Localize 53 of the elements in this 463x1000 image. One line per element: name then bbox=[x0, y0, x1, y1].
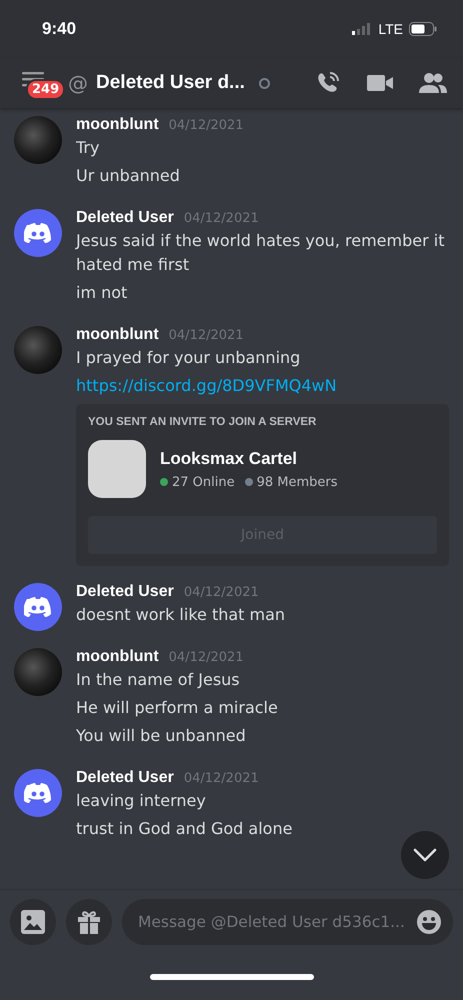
members-icon[interactable] bbox=[419, 72, 447, 94]
author-name[interactable]: Deleted User bbox=[76, 209, 174, 227]
video-camera-icon[interactable] bbox=[367, 73, 393, 93]
avatar[interactable] bbox=[14, 583, 62, 631]
member-count: 98 Members bbox=[256, 474, 338, 490]
message-text: You will be unbanned bbox=[76, 725, 247, 747]
author-name[interactable]: Deleted User bbox=[76, 769, 174, 787]
message-date: 04/12/2021 bbox=[168, 118, 244, 133]
message-text: leaving interney bbox=[76, 790, 207, 812]
image-button[interactable] bbox=[10, 899, 56, 945]
message-date: 04/12/2021 bbox=[168, 328, 244, 343]
message-date: 04/12/2021 bbox=[184, 211, 259, 226]
message-text: Ur unbanned bbox=[76, 165, 181, 187]
notification-badge: 249 bbox=[26, 79, 66, 100]
avatar[interactable] bbox=[14, 209, 62, 257]
author-name[interactable]: Deleted User bbox=[76, 583, 174, 601]
status-time: 9:40 bbox=[42, 19, 76, 39]
author-name[interactable]: moonblunt bbox=[76, 648, 159, 666]
game-controller-icon bbox=[24, 782, 52, 804]
online-count: 27 Online bbox=[172, 474, 235, 490]
members-dot bbox=[244, 478, 253, 486]
message-date: 04/12/2021 bbox=[184, 585, 259, 600]
invite-link[interactable]: https://discord.gg/8D9VFMQ4wN bbox=[76, 374, 449, 398]
invite-heading: YOU SENT AN INVITE TO JOIN A SERVER bbox=[88, 416, 318, 428]
author-name[interactable]: moonblunt bbox=[76, 326, 159, 344]
gift-button[interactable] bbox=[66, 899, 112, 945]
server-photo-placeholder bbox=[88, 440, 146, 498]
battery-icon bbox=[409, 22, 437, 36]
message-text: In the name of Jesus bbox=[76, 669, 241, 691]
message-text: I prayed for your unbanning bbox=[76, 347, 302, 369]
game-controller-icon bbox=[24, 596, 52, 618]
message-date: 04/12/2021 bbox=[184, 771, 259, 786]
signal-icon bbox=[352, 23, 372, 35]
message-date: 04/12/2021 bbox=[168, 650, 244, 665]
message-text: im not bbox=[76, 282, 128, 304]
emoji-face-icon[interactable] bbox=[417, 910, 441, 934]
at-sign-icon: @ bbox=[68, 71, 88, 95]
chevron-down-icon bbox=[413, 848, 437, 862]
channel-title[interactable]: Deleted User d... bbox=[96, 72, 245, 94]
message-text: trust in God and God alone bbox=[76, 818, 294, 840]
image-icon bbox=[21, 910, 45, 934]
message-text: Try bbox=[76, 137, 100, 159]
online-dot bbox=[160, 478, 168, 486]
server-name: Looksmax Cartel bbox=[160, 448, 298, 468]
avatar[interactable] bbox=[14, 769, 62, 817]
author-name[interactable]: moonblunt bbox=[76, 116, 159, 134]
message-text: doesnt work like that man bbox=[76, 604, 286, 626]
gift-icon bbox=[77, 910, 101, 934]
game-controller-icon bbox=[24, 222, 52, 244]
network-label: LTE bbox=[378, 21, 403, 37]
scroll-down-button[interactable] bbox=[401, 831, 449, 879]
message-input-field[interactable]: Message @Deleted User d536c1... bbox=[122, 899, 453, 945]
message-text: He will perform a miracle bbox=[76, 697, 279, 719]
